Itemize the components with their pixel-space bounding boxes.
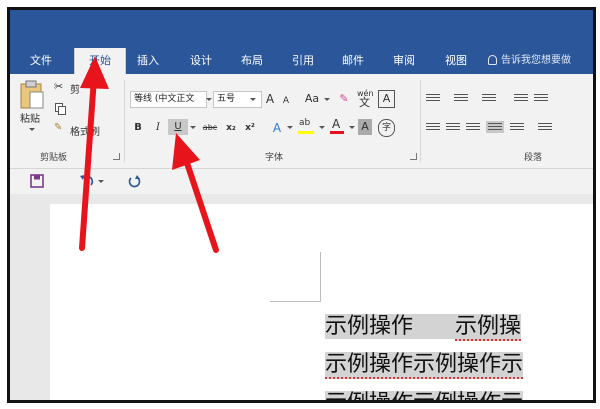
tab-design[interactable]: 设计 <box>183 48 219 74</box>
undo-icon[interactable] <box>78 174 94 188</box>
cut-button[interactable]: ✂ 剪 <box>54 80 102 96</box>
font-color-bar <box>330 131 344 134</box>
group-divider <box>124 80 125 162</box>
ribbon-tab-bar: 文件 开始 插入 设计 布局 引用 邮件 审阅 视图 告诉我您想要做 <box>10 48 593 74</box>
format-painter-label: 格式刷 <box>70 127 100 138</box>
text-effects-dropdown-icon[interactable] <box>287 126 293 129</box>
highlight-color-bar <box>298 131 314 134</box>
numbering-icon[interactable] <box>454 94 468 104</box>
tab-home[interactable]: 开始 <box>74 48 126 74</box>
char-border-button[interactable]: A <box>378 90 395 108</box>
quick-access-toolbar <box>10 169 593 193</box>
font-launcher-icon[interactable] <box>410 153 417 160</box>
group-divider <box>420 80 421 162</box>
tab-references[interactable]: 引用 <box>285 48 321 74</box>
line-3-text: 示例操作示例操作示 <box>325 391 524 400</box>
superscript-button[interactable]: x² <box>242 120 258 136</box>
clear-format-icon[interactable]: ✎ <box>336 91 352 107</box>
subscript-button[interactable]: x₂ <box>223 120 239 136</box>
margin-corner-mark <box>320 252 321 302</box>
phonetic-guide-button[interactable]: wén 文 <box>356 86 374 110</box>
paragraph-group-label: 段落 <box>524 153 543 163</box>
italic-button[interactable]: I <box>152 120 164 136</box>
line-2-text: 示例操作示例操作示 <box>325 352 524 379</box>
grow-font-button[interactable]: A <box>263 91 277 107</box>
format-painter-button[interactable]: ✎ 格式刷 <box>54 122 108 138</box>
char-shading-button[interactable]: A <box>358 119 372 135</box>
tab-review[interactable]: 审阅 <box>386 48 422 74</box>
clipboard-group-label: 剪贴板 <box>40 153 68 163</box>
font-group-label: 字体 <box>265 153 284 163</box>
change-case-dropdown-icon[interactable] <box>324 98 330 101</box>
redo-icon[interactable] <box>128 174 142 188</box>
paste-label: 粘贴 <box>20 114 40 125</box>
undo-dropdown-icon[interactable] <box>98 180 104 183</box>
brush-icon: ✎ <box>54 122 63 133</box>
bold-button[interactable]: B <box>132 120 144 136</box>
increase-indent-icon[interactable] <box>534 94 548 104</box>
change-case-button[interactable]: Aa <box>302 91 322 107</box>
document-line-2[interactable]: 示例操作示例操作示 <box>325 346 524 379</box>
copy-button[interactable] <box>54 101 84 117</box>
tell-me-text: 告诉我您想要做 <box>501 55 571 66</box>
phonetic-bottom: 文 <box>359 96 370 109</box>
text-effects-button[interactable]: A <box>270 120 284 136</box>
strikethrough-button[interactable]: abc <box>200 120 220 136</box>
line-spacing-icon[interactable] <box>538 123 552 133</box>
font-color-button[interactable]: A <box>328 117 346 136</box>
tab-mailings[interactable]: 邮件 <box>335 48 371 74</box>
line-1-gap <box>413 314 456 339</box>
word-window: 文件 开始 插入 设计 布局 引用 邮件 审阅 视图 告诉我您想要做 粘贴 ✂ … <box>7 7 596 403</box>
ribbon-home: 粘贴 ✂ 剪 ✎ 格式刷 剪贴板 等线 (中文正文 五号 A A Aa ✎ wé… <box>10 74 593 169</box>
underline-button[interactable]: U <box>168 119 188 135</box>
document-page[interactable]: 示例操作 示例操 示例操作示例操作示 示例操作示例操作示 <box>50 204 593 400</box>
align-right-icon[interactable] <box>466 123 480 133</box>
decrease-indent-icon[interactable] <box>514 94 528 104</box>
line-1-text-b: 示例操 <box>455 314 522 341</box>
clipboard-launcher-icon[interactable] <box>113 153 120 160</box>
cut-label: 剪 <box>70 85 80 96</box>
paste-button[interactable]: 粘贴 <box>16 78 48 138</box>
distribute-icon[interactable] <box>510 123 524 133</box>
font-color-dropdown-icon[interactable] <box>349 126 355 129</box>
font-size-dropdown-icon[interactable] <box>250 98 256 101</box>
tell-me-search[interactable]: 告诉我您想要做 <box>488 48 571 74</box>
underline-dropdown-icon[interactable] <box>190 126 196 129</box>
font-color-label: A <box>332 117 341 131</box>
clipboard-icon <box>20 80 44 109</box>
line-1-text-a: 示例操作 <box>325 314 414 339</box>
align-center-icon[interactable] <box>446 123 460 133</box>
multilevel-list-icon[interactable] <box>482 94 496 104</box>
font-name-dropdown-icon[interactable] <box>206 98 212 101</box>
highlight-button[interactable]: ab <box>296 118 316 136</box>
tab-view[interactable]: 视图 <box>438 48 474 74</box>
lightbulb-icon <box>488 55 497 65</box>
highlight-dropdown-icon[interactable] <box>319 126 325 129</box>
align-left-icon[interactable] <box>426 123 440 133</box>
margin-corner-mark <box>270 301 321 302</box>
bullets-icon[interactable] <box>426 94 440 104</box>
shrink-font-button[interactable]: A <box>280 93 292 109</box>
document-line-1[interactable]: 示例操作 示例操 <box>325 308 522 341</box>
document-area: 示例操作 示例操 示例操作示例操作示 示例操作示例操作示 <box>10 194 593 400</box>
save-icon[interactable] <box>30 174 44 188</box>
tab-file[interactable]: 文件 <box>22 48 60 74</box>
title-bar <box>10 10 593 48</box>
font-name-box[interactable]: 等线 (中文正文 <box>130 91 207 108</box>
enclose-char-button[interactable]: 字 <box>378 119 395 137</box>
scissors-icon: ✂ <box>54 80 64 93</box>
tab-insert[interactable]: 插入 <box>130 48 166 74</box>
tab-layout[interactable]: 布局 <box>234 48 270 74</box>
highlight-label: ab <box>299 118 311 128</box>
document-line-3[interactable]: 示例操作示例操作示 <box>325 385 524 400</box>
copy-icon <box>55 103 66 115</box>
justify-icon[interactable] <box>486 121 504 133</box>
paste-dropdown-icon[interactable] <box>29 128 35 131</box>
